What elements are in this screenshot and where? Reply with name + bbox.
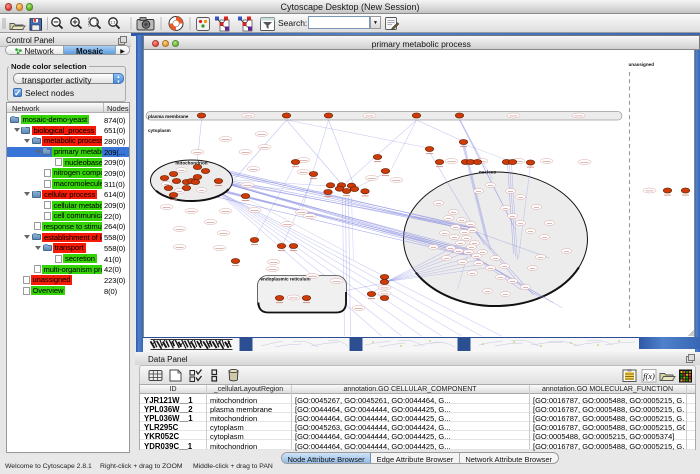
svg-text:endoplasmic reticulum: endoplasmic reticulum	[260, 277, 310, 282]
svg-text:cytoplasm: cytoplasm	[148, 128, 171, 133]
svg-text:unassigned: unassigned	[628, 62, 654, 67]
svg-text:mitochondrion: mitochondrion	[175, 161, 207, 166]
svg-text:1:1: 1:1	[110, 20, 116, 25]
svg-text:f(x): f(x)	[643, 371, 655, 381]
svg-text:plasma membrane: plasma membrane	[148, 114, 189, 119]
